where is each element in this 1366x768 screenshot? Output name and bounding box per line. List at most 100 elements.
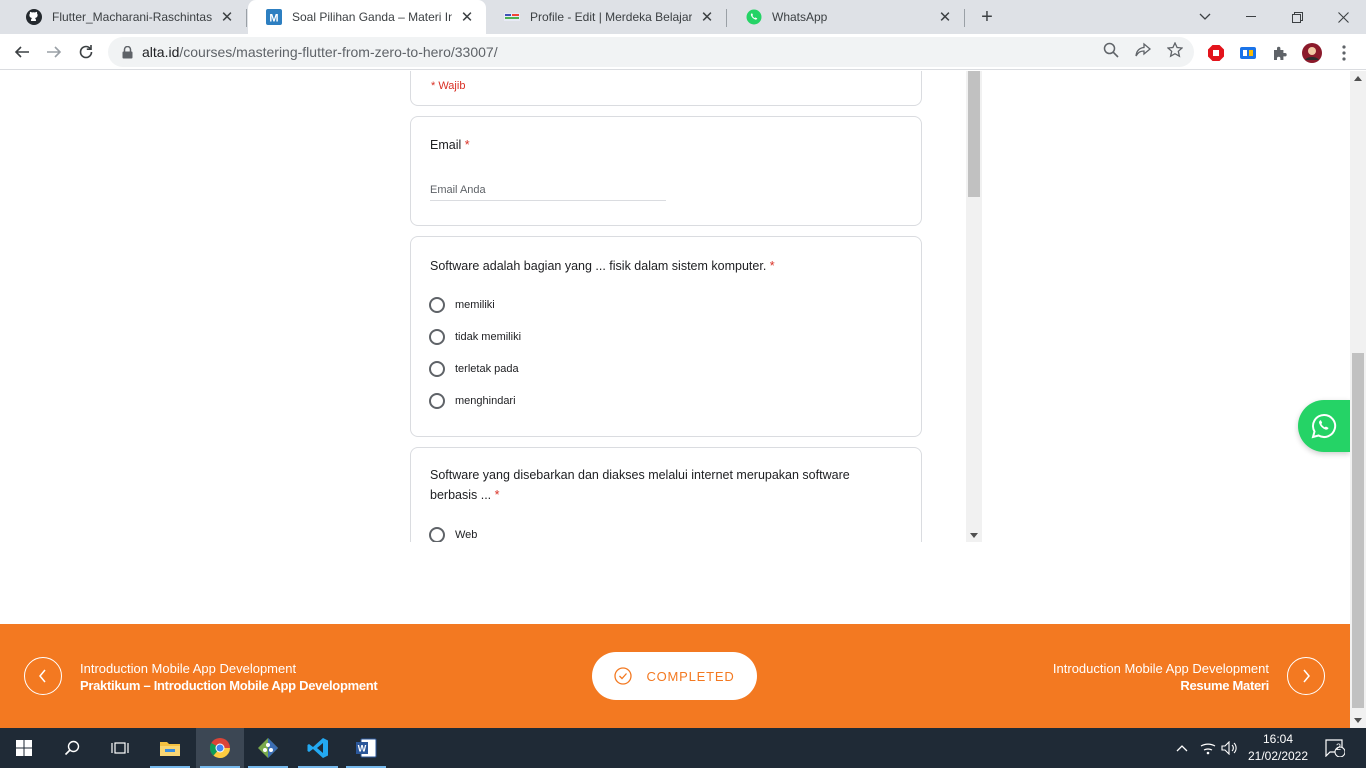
page-scrollbar[interactable] <box>1350 71 1366 728</box>
next-lesson-button[interactable] <box>1287 657 1325 695</box>
radio-option[interactable]: Web <box>429 526 477 542</box>
close-icon[interactable]: ✕ <box>936 8 954 26</box>
share-icon[interactable] <box>1134 41 1152 59</box>
question-text: Software yang disebarkan dan diakses mel… <box>430 468 850 502</box>
email-card: Email * <box>410 116 922 226</box>
tab-title: Flutter_Macharani-Raschintasofi/ <box>52 10 212 24</box>
scroll-down-arrow-icon[interactable] <box>970 533 978 538</box>
radio-option[interactable]: terletak pada <box>429 360 519 378</box>
lesson-navigation-bar: Introduction Mobile App Development Prak… <box>0 624 1350 728</box>
profile-avatar[interactable] <box>1302 43 1322 63</box>
task-view-icon[interactable] <box>96 728 144 768</box>
whatsapp-icon <box>746 9 762 25</box>
form-scrollbar[interactable] <box>966 71 982 542</box>
radio-option[interactable]: menghindari <box>429 392 516 410</box>
vscode-icon[interactable] <box>294 728 342 768</box>
option-label: memiliki <box>455 299 495 311</box>
page-scrollbar-thumb[interactable] <box>1352 353 1364 708</box>
menu-kebab-icon[interactable] <box>1334 43 1354 63</box>
windows-start-icon[interactable] <box>0 728 48 768</box>
radio-button[interactable] <box>429 393 445 409</box>
search-icon[interactable] <box>48 728 96 768</box>
zoom-icon[interactable] <box>1102 41 1120 59</box>
radio-button[interactable] <box>429 361 445 377</box>
system-clock[interactable]: 16:04 21/02/2022 <box>1244 731 1312 765</box>
restore-icon[interactable] <box>1274 0 1320 34</box>
translate-extension-icon[interactable] <box>1238 43 1258 63</box>
question-card: Software adalah bagian yang ... fisik da… <box>410 236 922 437</box>
close-icon[interactable]: ✕ <box>218 8 236 26</box>
question-text: Software adalah bagian yang ... fisik da… <box>430 259 767 273</box>
tab-divider <box>964 9 965 27</box>
tab-title: Soal Pilihan Ganda – Materi Intro <box>292 10 452 24</box>
minimize-icon[interactable] <box>1228 0 1274 34</box>
next-lesson-subtitle: Introduction Mobile App Development <box>1052 661 1269 676</box>
email-label-text: Email <box>430 138 462 152</box>
check-circle-icon <box>614 667 633 685</box>
browser-tab-strip: Flutter_Macharani-Raschintasofi/ ✕ M Soa… <box>0 0 1366 34</box>
browser-toolbar: alta.id/courses/mastering-flutter-from-z… <box>0 34 1366 70</box>
page-content: * Wajib Email * Software adalah bagian y… <box>0 71 1350 728</box>
radio-button[interactable] <box>429 297 445 313</box>
email-field[interactable] <box>430 179 666 201</box>
close-window-icon[interactable] <box>1320 0 1366 34</box>
next-lesson-title: Resume Materi <box>1180 678 1269 693</box>
tab-whatsapp[interactable]: WhatsApp ✕ <box>728 0 964 34</box>
previous-lesson-link[interactable]: Introduction Mobile App Development Prak… <box>80 661 378 695</box>
extensions-puzzle-icon[interactable] <box>1270 43 1290 63</box>
option-label: tidak memiliki <box>455 331 522 343</box>
completed-button[interactable]: COMPLETED <box>592 652 757 700</box>
previous-lesson-subtitle: Introduction Mobile App Development <box>80 661 297 676</box>
tab-divider <box>726 9 727 27</box>
m-icon: M <box>266 9 282 25</box>
close-icon[interactable]: ✕ <box>698 8 716 26</box>
radio-button[interactable] <box>429 329 445 345</box>
required-star: * <box>769 259 775 273</box>
scroll-down-arrow-icon[interactable] <box>1354 718 1362 723</box>
url-path: /courses/mastering-flutter-from-zero-to-… <box>179 44 498 60</box>
tab-title: WhatsApp <box>772 10 828 24</box>
next-lesson-link[interactable]: Introduction Mobile App Development Resu… <box>1053 661 1269 695</box>
address-bar[interactable]: alta.id/courses/mastering-flutter-from-z… <box>108 37 1194 67</box>
tab-soal-pilihan-ganda[interactable]: M Soal Pilihan Ganda – Materi Intro ✕ <box>248 0 486 34</box>
required-star: * <box>494 488 500 502</box>
previous-lesson-button[interactable] <box>24 657 62 695</box>
word-icon[interactable]: W <box>342 728 390 768</box>
volume-icon[interactable] <box>1220 738 1240 758</box>
whatsapp-icon <box>1311 413 1337 439</box>
reload-icon[interactable] <box>72 38 100 66</box>
form-scrollbar-thumb[interactable] <box>968 71 980 197</box>
previous-lesson-title: Praktikum – Introduction Mobile App Deve… <box>80 678 378 693</box>
clock-time: 16:04 <box>1262 732 1294 746</box>
whatsapp-chat-button[interactable] <box>1298 400 1350 452</box>
lock-icon[interactable] <box>120 45 134 59</box>
back-arrow-icon[interactable] <box>8 38 36 66</box>
option-label: Web <box>455 529 478 541</box>
radio-option[interactable]: memiliki <box>429 296 495 314</box>
new-tab-button[interactable]: + <box>976 6 998 28</box>
radio-option[interactable]: tidak memiliki <box>429 328 521 346</box>
git-app-icon[interactable] <box>244 728 292 768</box>
notification-center-icon[interactable]: 2 <box>1322 738 1348 758</box>
scroll-up-arrow-icon[interactable] <box>1354 76 1362 81</box>
tab-search-icon[interactable] <box>1182 0 1228 34</box>
windows-taskbar: W 16:04 21/02/2022 2 <box>0 728 1366 768</box>
tab-github[interactable]: Flutter_Macharani-Raschintasofi/ ✕ <box>8 0 246 34</box>
url-host: alta.id <box>142 44 180 60</box>
tab-title: Profile - Edit | Merdeka Belajar - K <box>530 10 692 24</box>
chevron-left-icon <box>39 669 46 683</box>
wifi-icon[interactable] <box>1198 738 1218 758</box>
tab-profile-edit[interactable]: Profile - Edit | Merdeka Belajar - K ✕ <box>486 0 726 34</box>
clock-date: 21/02/2022 <box>1247 749 1309 763</box>
file-explorer-icon[interactable] <box>146 728 194 768</box>
bookmark-star-icon[interactable] <box>1166 41 1184 59</box>
chrome-icon[interactable] <box>196 728 244 768</box>
chevron-up-icon[interactable] <box>1172 738 1192 758</box>
close-icon[interactable]: ✕ <box>458 8 476 26</box>
radio-button[interactable] <box>429 527 445 542</box>
forward-arrow-icon[interactable] <box>40 38 68 66</box>
google-form-embed[interactable]: * Wajib Email * Software adalah bagian y… <box>395 71 982 542</box>
notification-count: 2 <box>1336 742 1342 752</box>
tab-divider <box>246 9 247 27</box>
adblock-extension-icon[interactable] <box>1206 43 1226 63</box>
